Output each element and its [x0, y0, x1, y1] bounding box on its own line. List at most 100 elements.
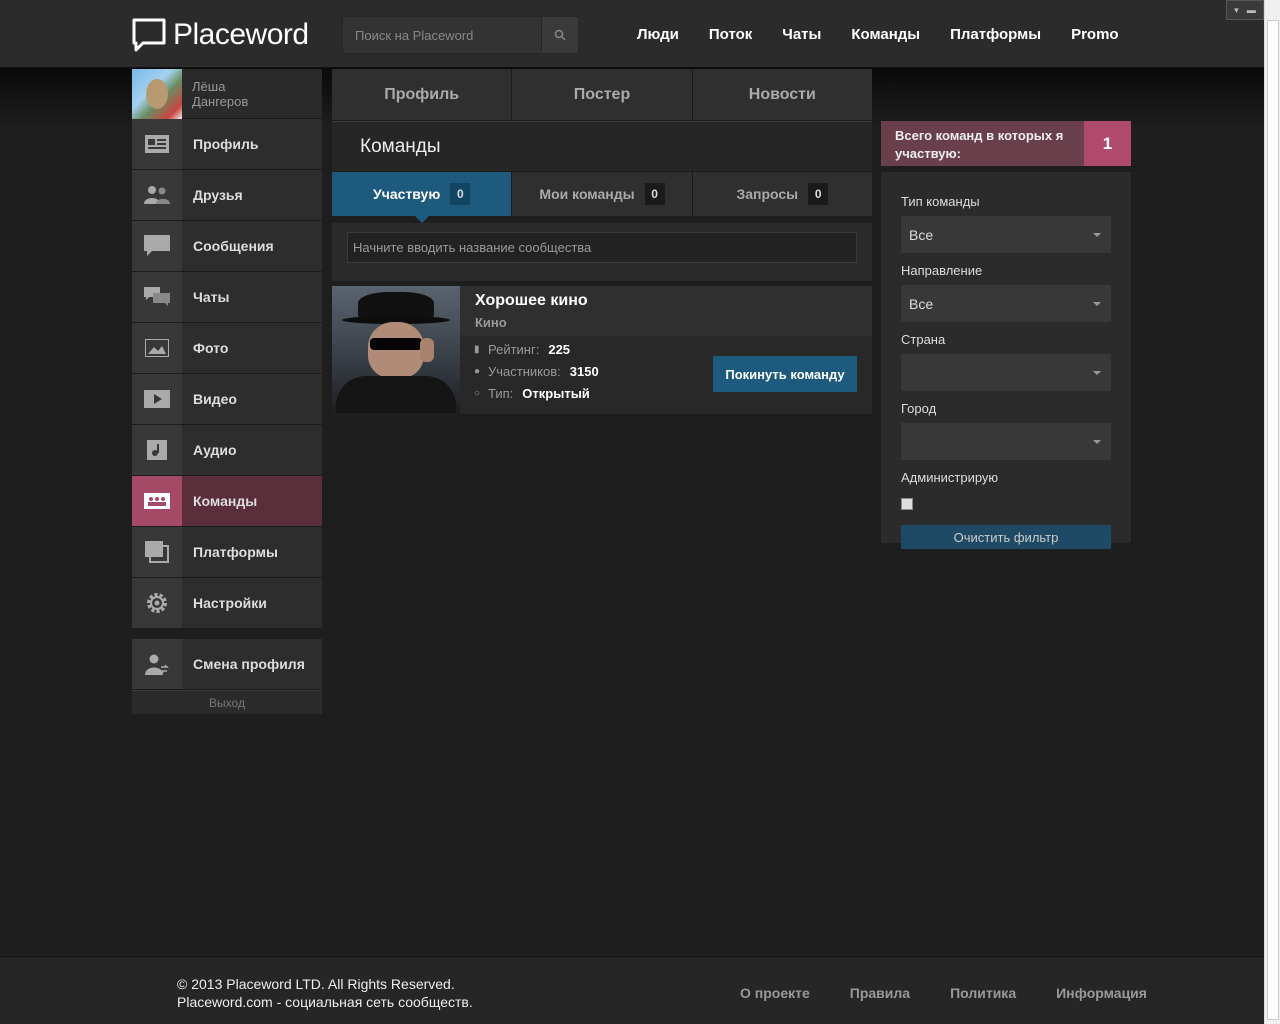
- tab-profile[interactable]: Профиль: [332, 69, 513, 120]
- team-category: Кино: [475, 315, 507, 330]
- sidebar-item-platforms[interactable]: Платформы: [132, 527, 322, 578]
- nav-people[interactable]: Люди: [637, 26, 679, 43]
- nav-platforms[interactable]: Платформы: [950, 26, 1041, 43]
- chevron-down-icon: ▾: [1234, 4, 1239, 15]
- type-value: Открытый: [522, 386, 590, 401]
- audio-note-icon: [132, 425, 182, 475]
- members-label: Участников:: [488, 364, 561, 379]
- nav-promo[interactable]: Promo: [1071, 26, 1119, 43]
- sidebar-item-audio[interactable]: Аудио: [132, 425, 322, 476]
- chats-icon: [132, 272, 182, 322]
- team-stats: ▮ Рейтинг: 225 ● Участников: 3150 ○ Тип:…: [460, 336, 872, 414]
- sidebar-item-label: Профиль: [193, 136, 259, 152]
- shield-icon: ○: [474, 388, 481, 399]
- team-info: Хорошее кино Кино ▮ Рейтинг: 225 ● Участ…: [460, 286, 872, 414]
- team-image[interactable]: [332, 286, 460, 413]
- filter-team-type-label: Тип команды: [901, 194, 980, 209]
- gear-icon: [132, 578, 182, 628]
- sidebar-item-label: Чаты: [193, 289, 230, 305]
- switch-profile-label: Смена профиля: [193, 656, 305, 672]
- message-bubble-icon: [132, 221, 182, 271]
- user-name[interactable]: Лёша Дангеров: [192, 79, 248, 109]
- community-filter: [332, 223, 872, 281]
- avatar[interactable]: [132, 68, 182, 119]
- nav-chats[interactable]: Чаты: [782, 26, 821, 43]
- sidebar-item-photo[interactable]: Фото: [132, 323, 322, 374]
- community-search-input[interactable]: [347, 232, 857, 263]
- profile-card-icon: [132, 119, 182, 169]
- logo[interactable]: Placeword: [131, 17, 309, 53]
- footer-link-policy[interactable]: Политика: [950, 985, 1016, 1001]
- sidebar-item-profile[interactable]: Профиль: [132, 119, 322, 170]
- team-title[interactable]: Хорошее кино: [475, 292, 857, 310]
- admin-checkbox[interactable]: [901, 498, 913, 510]
- team-image-coat: [336, 376, 456, 413]
- team-image-glasses: [370, 338, 422, 350]
- team-image-hand: [420, 338, 434, 362]
- footer-link-about[interactable]: О проекте: [740, 985, 810, 1001]
- top-nav: Люди Поток Чаты Команды Платформы Promo: [622, 26, 1134, 43]
- team-header: Хорошее кино Кино: [460, 286, 872, 336]
- direction-select[interactable]: Все: [901, 285, 1111, 322]
- sidebar-item-messages[interactable]: Сообщения: [132, 221, 322, 272]
- friends-icon: [132, 170, 182, 220]
- chevron-down-icon: [1093, 439, 1101, 444]
- tab-poster[interactable]: Постер: [512, 69, 693, 120]
- teams-subtabs: Участвую 0 Мои команды 0 Запросы 0: [332, 172, 872, 223]
- switch-user-icon: [132, 639, 182, 689]
- search-icon: [554, 29, 566, 41]
- sidebar-item-settings[interactable]: Настройки: [132, 578, 322, 629]
- search-button[interactable]: [541, 17, 578, 53]
- tab-requests[interactable]: Запросы 0: [692, 172, 872, 216]
- search-box: [342, 16, 579, 54]
- user-first-name: Лёша: [192, 78, 226, 94]
- footer-link-rules[interactable]: Правила: [850, 985, 910, 1001]
- switch-profile-button[interactable]: Смена профиля: [132, 639, 322, 690]
- footer: © 2013 Placeword LTD. All Rights Reserve…: [0, 956, 1264, 1024]
- type-label: Тип:: [488, 386, 514, 401]
- filter-panel: Тип команды Все Направление Все Страна Г…: [881, 172, 1131, 549]
- rating-label: Рейтинг:: [488, 342, 540, 357]
- nav-teams[interactable]: Команды: [851, 26, 920, 43]
- footer-link-info[interactable]: Информация: [1056, 985, 1147, 1001]
- sidebar-item-label: Видео: [193, 391, 237, 407]
- leave-team-button[interactable]: Покинуть команду: [713, 356, 857, 392]
- feedback-widget[interactable]: ▾ ▬: [1226, 0, 1264, 20]
- sidebar-item-label: Команды: [193, 493, 258, 509]
- total-teams-label: Всего команд в которых я участвую:: [881, 121, 1084, 166]
- sidebar-item-label: Аудио: [193, 442, 237, 458]
- scrollbar-thumb[interactable]: [1267, 20, 1279, 1020]
- tab-my-teams[interactable]: Мои команды 0: [512, 172, 693, 216]
- scrollbar[interactable]: [1264, 0, 1280, 1024]
- footer-links: О проекте Правила Политика Информация: [720, 985, 1167, 1001]
- sidebar-item-label: Сообщения: [193, 238, 274, 254]
- sidebar-item-teams[interactable]: Команды: [132, 476, 322, 527]
- select-value: Все: [909, 226, 934, 243]
- team-type-select[interactable]: Все: [901, 216, 1111, 253]
- logout-link[interactable]: Выход: [132, 690, 322, 714]
- page-title: Команды: [332, 121, 872, 171]
- nav-stream[interactable]: Поток: [709, 26, 752, 43]
- city-select[interactable]: [901, 423, 1111, 460]
- admin-label: Администрирую: [901, 470, 999, 485]
- country-select[interactable]: [901, 354, 1111, 391]
- chat-icon: ▬: [1246, 5, 1256, 15]
- total-teams-count: 1: [1084, 121, 1131, 166]
- tab-participating[interactable]: Участвую 0: [332, 172, 513, 223]
- sidebar-item-label: Друзья: [193, 187, 243, 203]
- copyright: © 2013 Placeword LTD. All Rights Reserve…: [177, 975, 473, 1011]
- sidebar-item-video[interactable]: Видео: [132, 374, 322, 425]
- sidebar: Лёша Дангеров Профиль Друзья Сообщения Ч…: [132, 68, 322, 714]
- clear-filter-button[interactable]: Очистить фильтр: [901, 525, 1111, 549]
- user-card[interactable]: Лёша Дангеров: [132, 68, 322, 119]
- tab-news[interactable]: Новости: [692, 69, 872, 120]
- sidebar-item-friends[interactable]: Друзья: [132, 170, 322, 221]
- main-content: Профиль Постер Новости Команды Участвую …: [332, 69, 872, 414]
- members-value: 3150: [569, 364, 599, 379]
- user-last-name: Дангеров: [192, 93, 249, 109]
- sidebar-item-chats[interactable]: Чаты: [132, 272, 322, 323]
- top-header: Placeword Люди Поток Чаты Команды Платфо…: [0, 0, 1264, 68]
- rating-value: 225: [548, 342, 571, 357]
- search-input[interactable]: [343, 17, 541, 53]
